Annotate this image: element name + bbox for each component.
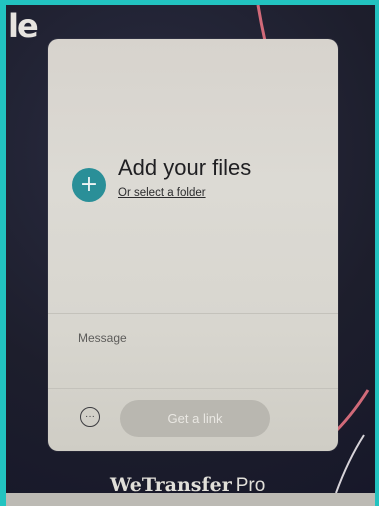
upload-panel: + Add your files Or select a folder Mess… — [48, 39, 338, 451]
more-options-icon: ··· — [85, 411, 95, 422]
add-files-title[interactable]: Add your files — [118, 155, 251, 181]
wetransfer-logo-fragment: le — [8, 7, 39, 45]
brand-name: WeTransfer — [110, 474, 232, 493]
divider — [48, 388, 338, 389]
background-screen: le + Add your files Or select a folder M… — [6, 5, 375, 493]
get-link-button[interactable]: Get a link — [120, 400, 270, 437]
more-options-button[interactable]: ··· — [80, 407, 100, 427]
add-files-button[interactable]: + — [72, 168, 106, 202]
select-folder-link[interactable]: Or select a folder — [118, 187, 206, 199]
brand-suffix: Pro — [235, 475, 266, 493]
message-placeholder: Message — [78, 331, 127, 345]
message-field[interactable]: Message — [48, 314, 338, 388]
decor-line-pink-top — [256, 5, 267, 42]
wetransfer-pro-logo: WeTransfer Pro — [110, 474, 265, 493]
monitor-bezel — [6, 493, 375, 506]
decor-line-light — [335, 434, 365, 493]
plus-icon: + — [79, 172, 99, 197]
